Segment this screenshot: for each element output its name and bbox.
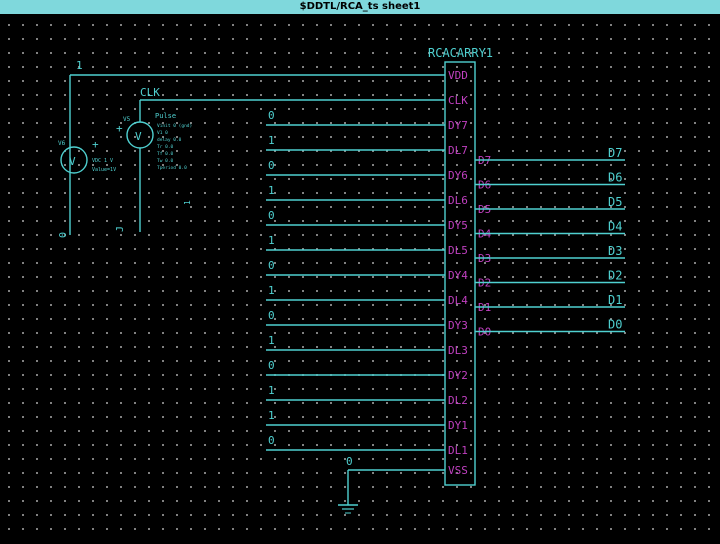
pulse-param: delay 0.0 [157, 137, 182, 143]
input-value: 0 [268, 359, 275, 372]
input-value: 1 [268, 234, 275, 247]
dc-source-ref: V6 [58, 140, 66, 147]
output-wires[interactable]: D7 D6 D5 D4 D3 D2 D1 D0 [475, 146, 625, 333]
input-value: 1 [268, 384, 275, 397]
clock-net[interactable]: CLK [139, 86, 445, 232]
output-net-label: D1 [608, 293, 622, 307]
schematic-canvas[interactable]: 1 V V6 VDC 1 V Value=1V + 0 CLK V V5 + P… [0, 14, 720, 540]
input-pin-label: DL2 [448, 394, 468, 407]
input-pin-label: DY1 [448, 419, 468, 432]
pulse-param: Tf 0.0 [157, 151, 174, 157]
clk-net-label: CLK [140, 86, 160, 99]
window-title: $DDTL/RCA_ts sheet1 [0, 0, 720, 15]
dc-source-subtext: Value=1V [92, 167, 116, 173]
schematic-drawing: 1 V V6 VDC 1 V Value=1V + 0 CLK V V5 + P… [58, 46, 625, 514]
input-value: 1 [268, 184, 275, 197]
input-pin-label: DL4 [448, 294, 468, 307]
output-net-label: D5 [608, 195, 622, 209]
pulse-source-ref: V5 [123, 116, 131, 123]
pulse-param: V1 0 [157, 130, 168, 136]
plus-icon: + [92, 138, 99, 151]
output-net-label: D6 [608, 171, 622, 185]
input-value: 1 [268, 334, 275, 347]
output-net-label: D0 [608, 318, 622, 332]
pulse-source-v5[interactable]: V V5 + Pulse Vinit 0 (gnd) V1 0 delay 0.… [115, 112, 192, 232]
pulse-param: Tperiod 0.0 [157, 165, 187, 171]
input-value: 1 [268, 284, 275, 297]
output-net-label: D4 [608, 220, 622, 234]
dc-gnd-value: 0 [58, 232, 69, 238]
input-pin-label: DY3 [448, 319, 468, 332]
pin-vdd: VDD [448, 69, 468, 82]
input-pin-label: DY2 [448, 369, 468, 382]
input-pin-label: DY4 [448, 269, 468, 282]
plus-icon: + [116, 122, 123, 135]
input-pin-label: DL5 [448, 244, 468, 257]
pulse-param: Vinit 0 (gnd) [157, 123, 192, 129]
input-wires[interactable]: 0 1 0 1 0 1 0 1 0 1 0 1 1 0 [266, 109, 445, 451]
pulse-param: Tr 0.0 [157, 144, 174, 150]
pin-vss: VSS [448, 464, 468, 477]
pulse-side-value: 1 [183, 200, 192, 205]
input-value: 0 [268, 259, 275, 272]
dc-source-text: VDC 1 V [92, 158, 113, 164]
input-pin-label: DY5 [448, 219, 468, 232]
input-pin-label: DL1 [448, 444, 468, 457]
input-value: 0 [268, 159, 275, 172]
output-net-label: D7 [608, 146, 622, 160]
pin-clk: CLK [448, 94, 468, 107]
dc-source-v6[interactable]: V V6 VDC 1 V Value=1V + 0 [58, 138, 116, 238]
input-pin-label: DL7 [448, 144, 468, 157]
ground-icon [338, 504, 358, 514]
input-value: 0 [268, 109, 275, 122]
component-name: RCACARRY1 [428, 46, 493, 60]
input-value: 1 [268, 134, 275, 147]
vss-net[interactable]: 0 [346, 455, 445, 505]
vss-value: 0 [346, 455, 353, 468]
output-pin-labels: D7D6D5D4D3D2D1D0 [478, 154, 492, 339]
pulse-bottom-value: J [115, 226, 126, 232]
input-value: 0 [268, 309, 275, 322]
pulse-func-label: Pulse [155, 112, 176, 120]
output-net-label: D2 [608, 269, 622, 283]
output-net-label: D3 [608, 244, 622, 258]
vdd-value: 1 [76, 59, 83, 72]
input-pin-label: DL6 [448, 194, 468, 207]
vdd-net[interactable]: 1 [69, 59, 445, 235]
input-pin-labels: DY7 DL7 DY6 DL6 DY5 DL5 DY4 DL4 DY3 DL3 DY2 DL2 DY1 D… [448, 119, 468, 457]
input-value: 1 [268, 409, 275, 422]
input-pin-label: DL3 [448, 344, 468, 357]
pulse-param: Tw 0.0 [157, 158, 174, 164]
input-pin-label: DY7 [448, 119, 468, 132]
pulse-source-symbol: V [135, 130, 142, 143]
input-value: 0 [268, 434, 275, 447]
input-value: 0 [268, 209, 275, 222]
input-pin-label: DY6 [448, 169, 468, 182]
dc-source-symbol: V [69, 155, 76, 168]
